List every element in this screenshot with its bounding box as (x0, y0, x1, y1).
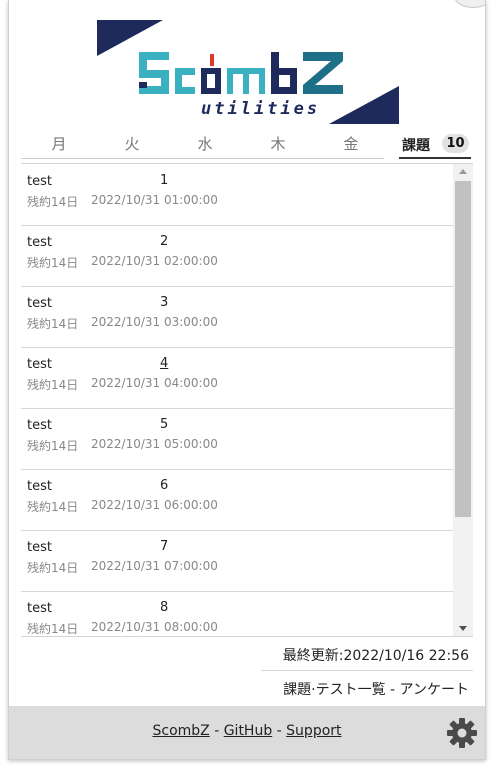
task-deadline: 2022/10/31 02:00:00 (91, 254, 218, 268)
tab-tuesday[interactable]: 火 (112, 133, 152, 154)
task-item[interactable]: test 5 残約14日 2022/10/31 05:00:00 (21, 408, 453, 470)
scombz-link[interactable]: ScombZ (152, 723, 209, 739)
task-list[interactable]: test 1 残約14日 2022/10/31 01:00:00 test 2 … (21, 163, 473, 637)
tab-wednesday[interactable]: 水 (185, 133, 225, 154)
task-course: test (27, 357, 52, 372)
scroll-up-arrow-icon[interactable] (453, 164, 473, 180)
task-course: test (27, 540, 52, 555)
task-course: test (27, 601, 52, 616)
link-separator: - (272, 723, 287, 739)
support-link[interactable]: Support (286, 723, 341, 739)
task-list-scrollbar[interactable] (453, 164, 473, 636)
task-remaining: 残約14日 (27, 439, 79, 453)
task-title[interactable]: 3 (160, 295, 168, 310)
task-remaining: 残約14日 (27, 500, 79, 514)
task-remaining: 残約14日 (27, 561, 79, 575)
tabs-divider (21, 158, 384, 159)
task-remaining: 残約14日 (27, 378, 79, 392)
weekday-tabs: 月 火 水 木 金 課題 10 (9, 128, 485, 160)
task-item[interactable]: test 4 残約14日 2022/10/31 04:00:00 (21, 347, 453, 409)
tab-friday[interactable]: 金 (331, 133, 371, 154)
task-remaining: 残約14日 (27, 622, 79, 636)
task-item[interactable]: test 6 残約14日 2022/10/31 06:00:00 (21, 469, 453, 531)
bottom-bar: ScombZ - GitHub - Support (9, 706, 485, 759)
task-deadline: 2022/10/31 05:00:00 (91, 437, 218, 451)
github-link[interactable]: GitHub (224, 723, 273, 739)
task-title[interactable]: 6 (160, 478, 168, 493)
task-title[interactable]: 5 (160, 417, 168, 432)
task-deadline: 2022/10/31 07:00:00 (91, 559, 218, 573)
task-count-badge: 10 (442, 134, 469, 153)
footer-links: ScombZ - GitHub - Support (9, 723, 485, 739)
task-course: test (27, 479, 52, 494)
task-item[interactable]: test 8 残約14日 2022/10/31 08:00:00 (21, 591, 453, 636)
task-deadline: 2022/10/31 01:00:00 (91, 193, 218, 207)
gear-icon[interactable] (446, 717, 478, 749)
extension-popup: utilities 月 火 水 木 金 課題 10 test 1 残約14日 2… (8, 0, 486, 760)
task-deadline: 2022/10/31 04:00:00 (91, 376, 218, 390)
task-title[interactable]: 4 (160, 356, 168, 371)
task-remaining: 残約14日 (27, 195, 79, 209)
task-title[interactable]: 2 (160, 234, 168, 249)
window-corner (454, 0, 485, 8)
task-remaining: 残約14日 (27, 317, 79, 331)
task-item[interactable]: test 3 残約14日 2022/10/31 03:00:00 (21, 286, 453, 348)
tab-thursday[interactable]: 木 (258, 133, 298, 154)
task-title[interactable]: 7 (160, 539, 168, 554)
footer-divider (261, 670, 473, 671)
scombz-logo: utilities (97, 20, 399, 124)
task-deadline: 2022/10/31 08:00:00 (91, 620, 218, 634)
task-title[interactable]: 1 (160, 173, 168, 188)
last-updated-text: 最終更新:2022/10/16 22:56 (282, 648, 469, 664)
task-item[interactable]: test 2 残約14日 2022/10/31 02:00:00 (21, 225, 453, 287)
task-course: test (27, 418, 52, 433)
link-separator: - (209, 723, 224, 739)
tab-monday[interactable]: 月 (39, 133, 79, 154)
tab-tasks[interactable]: 課題 10 (399, 131, 471, 159)
task-title[interactable]: 8 (160, 600, 168, 615)
task-item[interactable]: test 1 残約14日 2022/10/31 01:00:00 (21, 164, 453, 226)
tab-tasks-label: 課題 (402, 138, 430, 154)
scroll-down-arrow-icon[interactable] (453, 620, 473, 636)
task-deadline: 2022/10/31 06:00:00 (91, 498, 218, 512)
scroll-thumb[interactable] (455, 181, 471, 517)
tasks-tests-survey-link[interactable]: 課題·テスト一覧 - アンケート (283, 679, 469, 699)
task-course: test (27, 296, 52, 311)
task-course: test (27, 174, 52, 189)
logo-subtitle: utilities (201, 99, 321, 119)
task-deadline: 2022/10/31 03:00:00 (91, 315, 218, 329)
task-course: test (27, 235, 52, 250)
task-remaining: 残約14日 (27, 256, 79, 270)
task-item[interactable]: test 7 残約14日 2022/10/31 07:00:00 (21, 530, 453, 592)
